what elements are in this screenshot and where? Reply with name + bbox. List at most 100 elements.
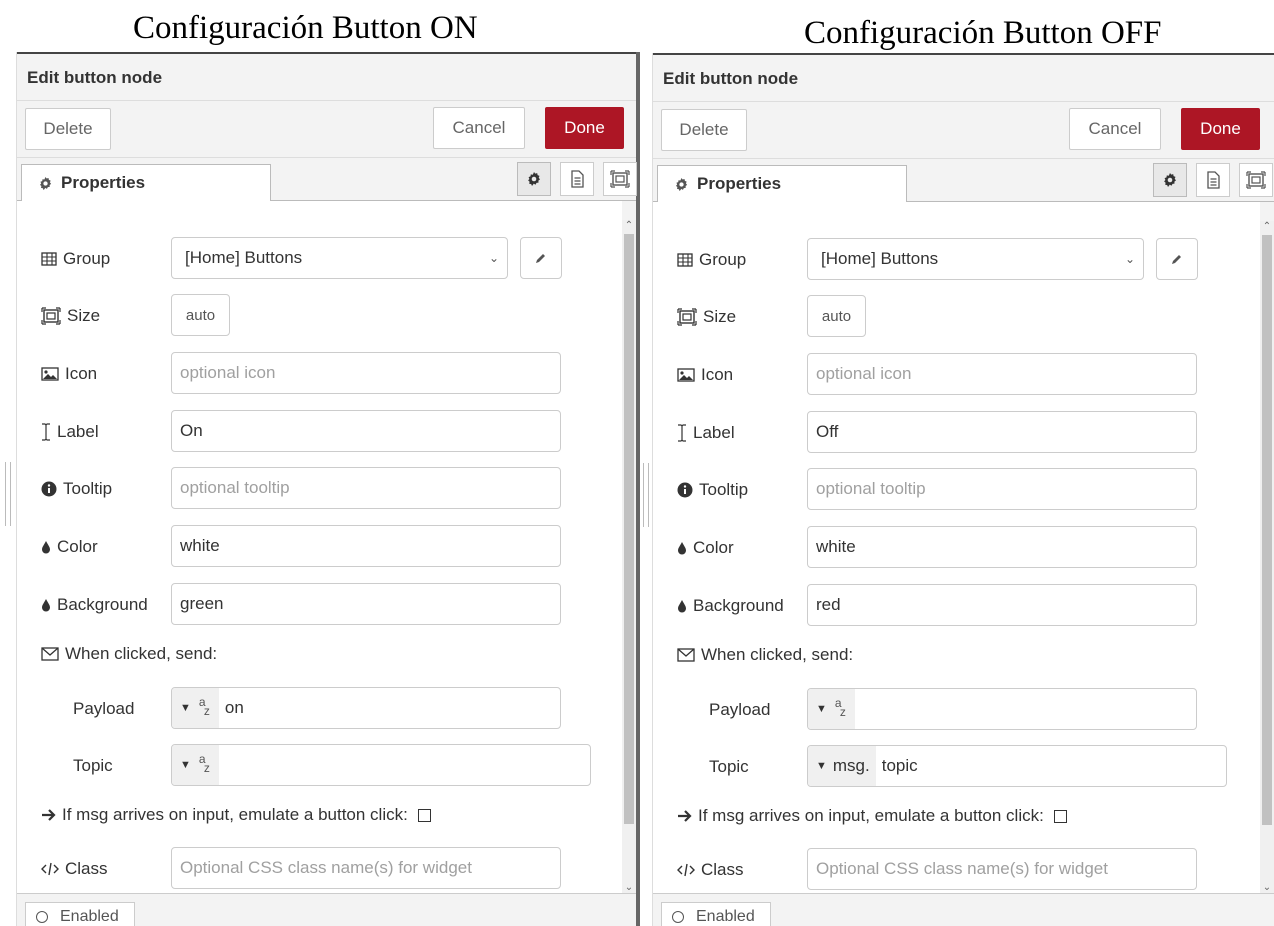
- topic-row: Topic ▼ az msg. topic: [653, 745, 1260, 789]
- tint-icon: [677, 599, 687, 613]
- caret-down-icon: ▼: [180, 759, 191, 771]
- when-clicked-row: When clicked, send:: [17, 632, 622, 676]
- sidebar-resize-strip[interactable]: [0, 52, 17, 926]
- tray-footer: Enabled: [17, 893, 636, 926]
- scrollbar-thumb[interactable]: [1262, 235, 1272, 825]
- tray-header: Edit button node: [17, 54, 636, 101]
- info-circle-icon: [677, 482, 693, 498]
- background-label: Background: [41, 583, 148, 627]
- done-button[interactable]: Done: [1181, 108, 1260, 150]
- when-clicked-row: When clicked, send:: [653, 633, 1260, 677]
- tray-toolbar: Delete Cancel Done: [17, 101, 636, 158]
- icon-input[interactable]: optional icon: [171, 352, 561, 394]
- tab-description[interactable]: [560, 162, 594, 196]
- cancel-button[interactable]: Cancel: [433, 107, 525, 149]
- icon-input[interactable]: optional icon: [807, 353, 1197, 395]
- color-input[interactable]: white: [807, 526, 1197, 568]
- when-clicked-label: When clicked, send:: [677, 633, 853, 677]
- class-input[interactable]: Optional CSS class name(s) for widget: [807, 848, 1197, 890]
- background-input[interactable]: green: [171, 583, 561, 625]
- arrow-right-icon: [677, 809, 692, 823]
- form-scrollbar[interactable]: ⌃ ⌄: [1260, 221, 1274, 894]
- topic-typed-input[interactable]: ▼ az: [171, 744, 591, 786]
- background-row: Background red: [653, 584, 1260, 628]
- tooltip-input[interactable]: optional tooltip: [807, 468, 1197, 510]
- tab-description[interactable]: [1196, 163, 1230, 197]
- emulate-checkbox[interactable]: [417, 808, 431, 822]
- topic-type-select[interactable]: ▼ az: [172, 745, 219, 785]
- enabled-label: Enabled: [696, 908, 755, 925]
- group-label: Group: [41, 237, 110, 281]
- background-input[interactable]: red: [807, 584, 1197, 626]
- enabled-label: Enabled: [60, 908, 119, 925]
- tooltip-input[interactable]: optional tooltip: [171, 467, 561, 509]
- scrollbar-thumb[interactable]: [624, 234, 634, 824]
- label-row: Label Off: [653, 411, 1260, 455]
- emulate-checkbox[interactable]: [1053, 809, 1067, 823]
- tint-icon: [41, 540, 51, 554]
- tab-properties[interactable]: Properties: [657, 165, 907, 202]
- arrow-right-icon: [41, 808, 56, 822]
- circle-icon: [36, 911, 48, 923]
- tray-title: Edit button node: [27, 68, 163, 87]
- class-input[interactable]: Optional CSS class name(s) for widget: [171, 847, 561, 889]
- edit-group-button[interactable]: [520, 237, 562, 279]
- topic-typed-input[interactable]: ▼ az msg. topic: [807, 745, 1227, 787]
- tray-header: Edit button node: [653, 55, 1274, 102]
- form-scrollbar[interactable]: ⌃ ⌄: [622, 220, 636, 894]
- image-icon: [677, 368, 695, 382]
- payload-type-select[interactable]: ▼ az: [808, 689, 855, 729]
- properties-form: Group [Home] Buttons ⌄ Size auto Icon op…: [17, 201, 622, 894]
- caret-down-icon: ▼: [816, 760, 827, 772]
- file-text-icon: [569, 170, 585, 188]
- icon-label: Icon: [41, 352, 97, 396]
- delete-button[interactable]: Delete: [25, 108, 111, 150]
- group-select[interactable]: [Home] Buttons ⌄: [807, 238, 1144, 280]
- size-button[interactable]: auto: [171, 294, 230, 336]
- table-icon: [41, 252, 57, 266]
- tint-icon: [677, 541, 687, 555]
- enabled-toggle[interactable]: Enabled: [25, 902, 135, 926]
- label-input[interactable]: Off: [807, 411, 1197, 453]
- scroll-up-icon[interactable]: ⌃: [622, 220, 636, 232]
- string-type-icon: az: [198, 752, 210, 775]
- tab-settings[interactable]: [1153, 163, 1187, 197]
- payload-type-select[interactable]: ▼ az: [172, 688, 219, 728]
- tab-settings[interactable]: [517, 162, 551, 196]
- enabled-toggle[interactable]: Enabled: [661, 902, 771, 926]
- resize-grip[interactable]: [643, 463, 649, 527]
- chevron-down-icon: ⌄: [1124, 252, 1135, 266]
- emulate-row: If msg arrives on input, emulate a butto…: [653, 794, 1260, 838]
- group-select-value: [Home] Buttons: [185, 248, 303, 267]
- tray-tabs: Properties: [653, 159, 1274, 202]
- cancel-button[interactable]: Cancel: [1069, 108, 1161, 150]
- edit-group-button[interactable]: [1156, 238, 1198, 280]
- tab-appearance[interactable]: [1239, 163, 1273, 197]
- group-select[interactable]: [Home] Buttons ⌄: [171, 237, 508, 279]
- pencil-icon: [1171, 253, 1183, 265]
- done-button[interactable]: Done: [545, 107, 624, 149]
- tab-properties[interactable]: Properties: [21, 164, 271, 201]
- table-icon: [677, 253, 693, 267]
- delete-button[interactable]: Delete: [661, 109, 747, 151]
- payload-typed-input[interactable]: ▼ az: [807, 688, 1197, 730]
- scroll-up-icon[interactable]: ⌃: [1260, 221, 1274, 233]
- payload-label: Payload: [709, 700, 771, 719]
- class-row: Class Optional CSS class name(s) for wid…: [17, 847, 622, 891]
- topic-type-select[interactable]: ▼ az msg.: [808, 746, 876, 786]
- tooltip-row: Tooltip optional tooltip: [653, 468, 1260, 512]
- tab-appearance[interactable]: [603, 162, 637, 196]
- sidebar-resize-strip[interactable]: [640, 53, 653, 926]
- file-text-icon: [1205, 171, 1221, 189]
- size-button[interactable]: auto: [807, 295, 866, 337]
- class-label: Class: [677, 848, 744, 892]
- label-input[interactable]: On: [171, 410, 561, 452]
- payload-typed-input[interactable]: ▼ az on: [171, 687, 561, 729]
- caption-left: Configuración Button ON: [133, 10, 478, 46]
- color-row: Color white: [17, 525, 622, 569]
- color-input[interactable]: white: [171, 525, 561, 567]
- pencil-icon: [535, 252, 547, 264]
- when-clicked-label: When clicked, send:: [41, 632, 217, 676]
- resize-grip[interactable]: [5, 462, 11, 526]
- circle-icon: [672, 911, 684, 923]
